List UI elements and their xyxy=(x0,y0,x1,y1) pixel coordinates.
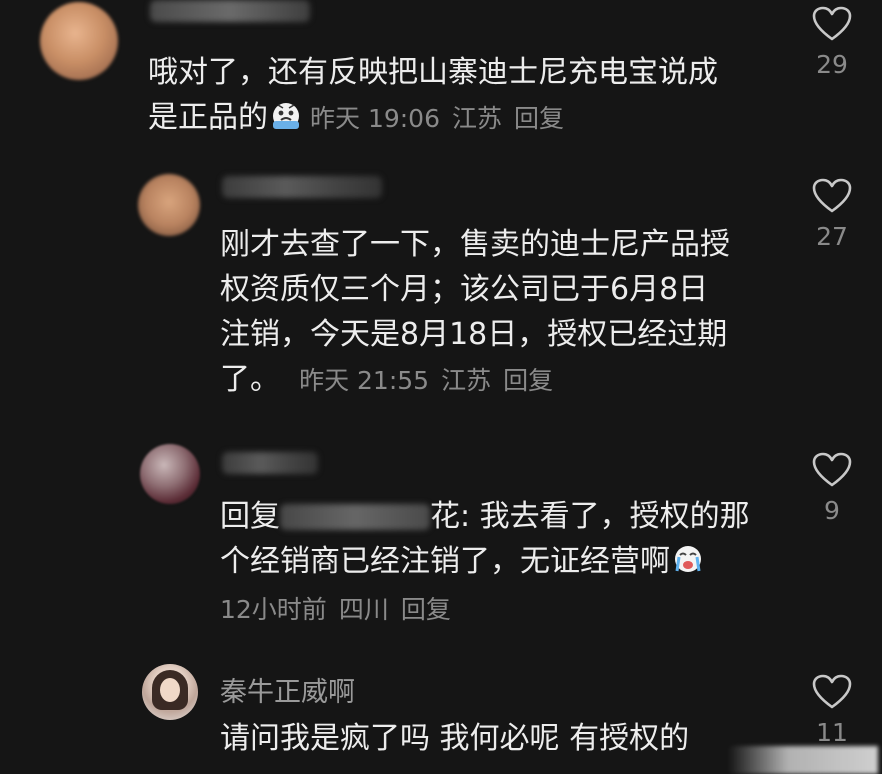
reply-button[interactable]: 回复 xyxy=(514,104,564,133)
like-count: 27 xyxy=(816,222,848,251)
username[interactable]: 秦牛正威啊 xyxy=(220,670,355,709)
avatar-face xyxy=(160,678,180,702)
avatar[interactable] xyxy=(140,444,200,504)
comment-text: 回复 花: 我去看了，授权的那 个经销商已经注销了，无证经营啊 12小时前 四川 回复 xyxy=(220,494,750,636)
reply-target-suffix: 花: xyxy=(430,499,471,534)
blurred-reply-target xyxy=(280,504,430,530)
comment-text: 哦对了，还有反映把山寨迪士尼充电宝说成 是正品的 昨天 19:06 江苏 回复 xyxy=(148,55,718,135)
reply-prefix: 回复 xyxy=(220,499,280,534)
comment-meta: 昨天 21:55 江苏 回复 xyxy=(299,366,554,395)
reply-button[interactable]: 回复 xyxy=(401,595,451,624)
heart-icon xyxy=(812,178,852,213)
avatar[interactable] xyxy=(40,2,118,80)
comment-text: 刚才去查了一下，售卖的迪士尼产品授 权资质仅三个月；该公司已于6月8日 注销，今… xyxy=(220,227,730,397)
crying-face-emoji-icon xyxy=(273,103,299,129)
comment-meta: 12小时前 四川 回复 xyxy=(220,595,451,624)
comment-item: 回复 花: 我去看了，授权的那 个经销商已经注销了，无证经营啊 12小时前 四川 回复… xyxy=(0,440,882,650)
like-button[interactable]: 29 xyxy=(802,6,862,79)
like-button[interactable]: 11 xyxy=(802,674,862,747)
like-button[interactable]: 27 xyxy=(802,178,862,251)
blurred-username xyxy=(222,176,382,198)
like-count: 29 xyxy=(816,50,848,79)
heart-icon xyxy=(812,6,852,41)
watermark xyxy=(728,746,878,774)
comment-item: 哦对了，还有反映把山寨迪士尼充电宝说成 是正品的 昨天 19:06 江苏 回复 29 xyxy=(0,0,882,160)
reply-button[interactable]: 回复 xyxy=(503,366,553,395)
comment-item: 刚才去查了一下，售卖的迪士尼产品授 权资质仅三个月；该公司已于6月8日 注销，今… xyxy=(0,170,882,440)
like-button[interactable]: 9 xyxy=(802,452,862,525)
loudly-crying-emoji-icon xyxy=(675,546,701,572)
like-count: 11 xyxy=(816,718,848,747)
like-count: 9 xyxy=(824,496,840,525)
comment-text: 请问我是疯了吗 我何必呢 有授权的 xyxy=(220,721,690,756)
comment-meta: 昨天 19:06 江苏 回复 xyxy=(310,104,565,133)
heart-icon xyxy=(812,452,852,487)
blurred-username xyxy=(222,452,318,474)
avatar[interactable] xyxy=(138,174,200,236)
avatar[interactable] xyxy=(142,664,198,720)
heart-icon xyxy=(812,674,852,709)
